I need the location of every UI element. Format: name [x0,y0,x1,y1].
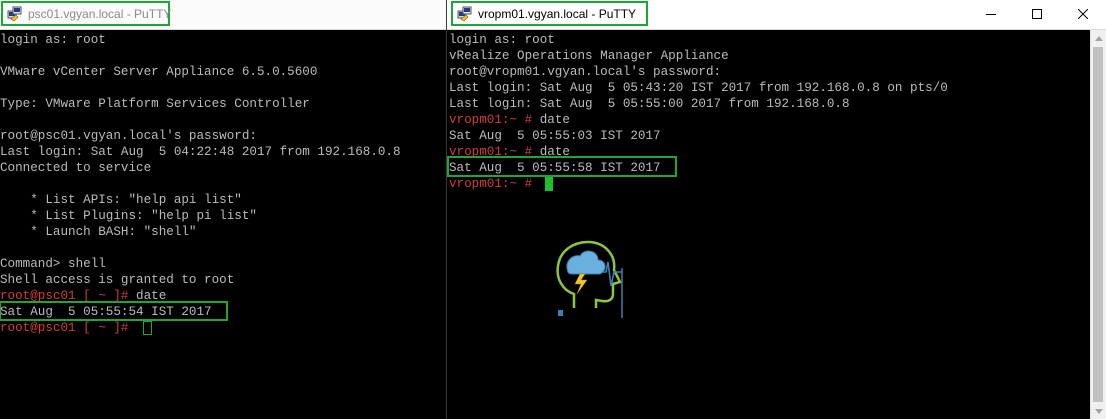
shell-prompt: root@psc01 [ ~ ]# [0,321,137,335]
terminal-line: Sat Aug 5 05:55:03 IST 2017 [449,128,661,144]
terminal-line: * Launch BASH: "shell" [0,224,197,240]
terminal-line: VMware vCenter Server Appliance 6.5.0.56… [0,64,317,80]
terminal-area[interactable]: login as: root VMware vCenter Server Appl… [0,30,446,419]
terminal-text: * List APIs: "help api list" [0,193,242,207]
shell-prompt: vropm01:~ # [449,113,540,127]
terminal-line: vropm01:~ # date [449,144,570,160]
vertical-scrollbar[interactable] [1090,30,1106,419]
minimize-button[interactable] [968,0,1014,30]
terminal-line: Command> shell [0,256,106,272]
vgyan-logo-icon [550,238,630,320]
terminal-line: * List Plugins: "help pi list" [0,208,257,224]
terminal-line: Last login: Sat Aug 5 05:55:00 2017 from… [449,96,850,112]
terminal-line: Sat Aug 5 05:55:58 IST 2017 [449,160,661,176]
terminal-text: date [539,145,570,159]
close-icon [1077,6,1089,24]
terminal-text: date [136,289,167,303]
terminal-line: Sat Aug 5 05:55:54 IST 2017 [0,304,212,320]
terminal-text: * List Plugins: "help pi list" [0,209,257,223]
terminal-text: Sat Aug 5 05:55:58 IST 2017 [449,161,661,175]
shell-prompt: vropm01:~ # [449,145,540,159]
terminal-text: Sat Aug 5 05:55:03 IST 2017 [449,129,661,143]
terminal-line: vropm01:~ # date [449,112,570,128]
terminal-line: vRealize Operations Manager Appliance [449,48,729,64]
terminal-line: Connected to service [0,160,151,176]
terminal-text: Connected to service [0,161,152,175]
terminal-text: VMware vCenter Server Appliance 6.5.0.56… [0,65,318,79]
putty-icon [457,6,473,22]
terminal-text: Last login: Sat Aug 5 05:43:20 IST 2017 … [449,81,948,95]
terminal-text: Last login: Sat Aug 5 05:55:00 2017 from… [449,97,850,111]
scroll-thumb[interactable] [1093,47,1103,402]
minimize-icon [986,6,996,24]
terminal-text: Last login: Sat Aug 5 04:22:48 2017 from… [0,145,401,159]
terminal-line: * List APIs: "help api list" [0,192,242,208]
terminal-line: Last login: Sat Aug 5 05:43:20 IST 2017 … [449,80,948,96]
terminal-text: Shell access is granted to root [0,273,235,287]
putty-icon [7,6,23,22]
terminal-text: login as: root [449,33,555,47]
title-bar[interactable]: vropm01.vgyan.local - PuTTY [447,0,1106,30]
title-highlight-box: vropm01.vgyan.local - PuTTY [451,1,648,26]
terminal-text: root@vropm01.vgyan.local's password: [449,65,722,79]
window-title: psc01.vgyan.local - PuTTY [28,6,172,21]
terminal-line: root@vropm01.vgyan.local's password: [449,64,721,80]
scroll-up-arrow-icon[interactable] [1091,30,1106,46]
shell-prompt: vropm01:~ # [449,177,540,191]
window-title: vropm01.vgyan.local - PuTTY [478,6,637,21]
terminal-text: * Launch BASH: "shell" [0,225,197,239]
terminal-line: Last login: Sat Aug 5 04:22:48 2017 from… [0,144,401,160]
terminal-cursor [545,177,553,191]
terminal-line: root@psc01 [ ~ ]# date [0,288,166,304]
maximize-button[interactable] [1014,0,1060,30]
terminal-line: root@psc01.vgyan.local's password: [0,128,257,144]
title-highlight-box: psc01.vgyan.local - PuTTY [1,1,172,26]
terminal-line: Shell access is granted to root [0,272,234,288]
terminal-line: login as: root [0,32,106,48]
terminal-text: Type: VMware Platform Services Controlle… [0,97,310,111]
terminal-text: Command> shell [0,257,106,271]
shell-prompt: root@psc01 [ ~ ]# [0,289,137,303]
window-controls [968,0,1106,30]
putty-window-vropm01[interactable]: vropm01.vgyan.local - PuTTY login as: ro… [446,0,1106,419]
terminal-line: login as: root [449,32,555,48]
terminal-line: vropm01:~ # [449,176,540,192]
terminal-text: date [539,113,570,127]
terminal-line: root@psc01 [ ~ ]# [0,320,136,336]
terminal-text: login as: root [0,33,106,47]
close-button[interactable] [1060,0,1106,30]
terminal-text: root@psc01.vgyan.local's password: [0,129,257,143]
terminal-line: Type: VMware Platform Services Controlle… [0,96,310,112]
putty-window-psc01[interactable]: psc01.vgyan.local - PuTTY login as: root… [0,0,446,419]
terminal-text: Sat Aug 5 05:55:54 IST 2017 [0,305,212,319]
scroll-down-arrow-icon[interactable] [1091,403,1106,419]
title-bar[interactable]: psc01.vgyan.local - PuTTY [0,0,446,30]
terminal-cursor [143,321,152,335]
terminal-text: vRealize Operations Manager Appliance [449,49,729,63]
maximize-icon [1032,6,1042,24]
terminal-area[interactable]: login as: root vRealize Operations Manage… [447,30,1090,419]
